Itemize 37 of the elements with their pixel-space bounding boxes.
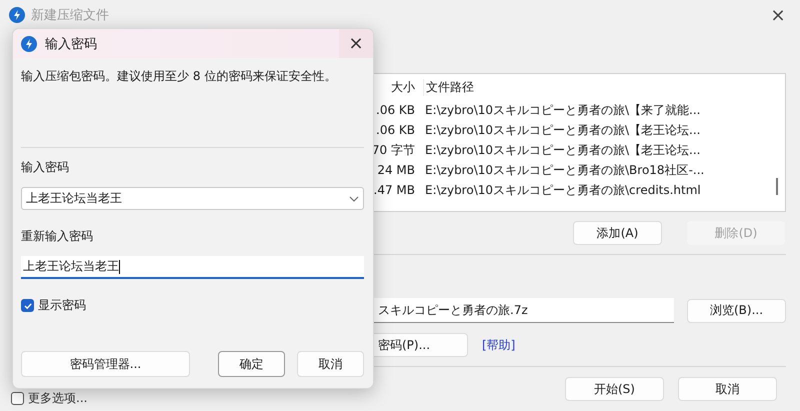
table-cell-text: E:\zybro\10スキルコピーと勇者の旅\credits.html	[424, 182, 701, 198]
footer-button[interactable]: 开始(S)	[565, 377, 664, 401]
close-button[interactable]: ×	[758, 0, 798, 30]
table-cell-text: 24 MB	[376, 163, 416, 177]
table-cell-text: .06 KB	[375, 103, 416, 117]
table-cell-text: E:\zybro\10スキルコピーと勇者の旅\【来了就能...	[424, 102, 700, 118]
table-cell-text: E:\zybro\10スキルコピーと勇者の旅\Bro18社区-...	[424, 162, 704, 178]
column-header[interactable]: 文件路径	[424, 78, 474, 96]
table-cell-text: 70 字节	[370, 142, 416, 158]
app-icon	[21, 36, 37, 52]
show-password-label: 显示密码	[38, 297, 86, 314]
description-text: 输入压缩包密码。建议使用至少 8 位的密码来保证安全性。	[21, 68, 338, 85]
password-combobox[interactable]: 上老王论坛当老王	[21, 187, 364, 210]
confirm-password-field[interactable]: 上老王论坛当老王	[21, 256, 364, 279]
table-cell-text: .47 MB	[372, 183, 416, 197]
browse-button[interactable]: 浏览(B)...	[687, 298, 786, 322]
chevron-down-icon	[349, 196, 359, 202]
table-cell-text: .06 KB	[375, 123, 416, 137]
app-icon	[9, 7, 25, 23]
footer-button[interactable]: 取消	[678, 377, 777, 401]
ok-button[interactable]: 确定	[218, 351, 285, 377]
password-label: 输入密码	[21, 159, 70, 176]
list-button[interactable]: 添加(A)	[573, 221, 662, 245]
checkbox[interactable]	[11, 392, 24, 405]
cancel-button[interactable]: 取消	[297, 351, 364, 377]
more-options-label: 更多选项...	[28, 390, 88, 407]
window-title: 新建压缩文件	[31, 7, 109, 24]
table-cell-text: E:\zybro\10スキルコピーと勇者の旅\【老王论坛...	[424, 142, 700, 158]
scrollbar-thumb[interactable]	[776, 178, 778, 195]
checkbox[interactable]	[21, 299, 34, 312]
help-link[interactable]: [帮助]	[482, 336, 516, 354]
close-button[interactable]: ×	[339, 29, 373, 58]
password-manager-button[interactable]: 密码管理器...	[21, 351, 190, 377]
dialog-title: 输入密码	[45, 36, 97, 52]
table-cell-text: E:\zybro\10スキルコピーと勇者の旅\【老王论坛...	[424, 122, 700, 138]
confirm-password-label: 重新输入密码	[21, 228, 94, 245]
checkmark-icon	[22, 300, 32, 310]
